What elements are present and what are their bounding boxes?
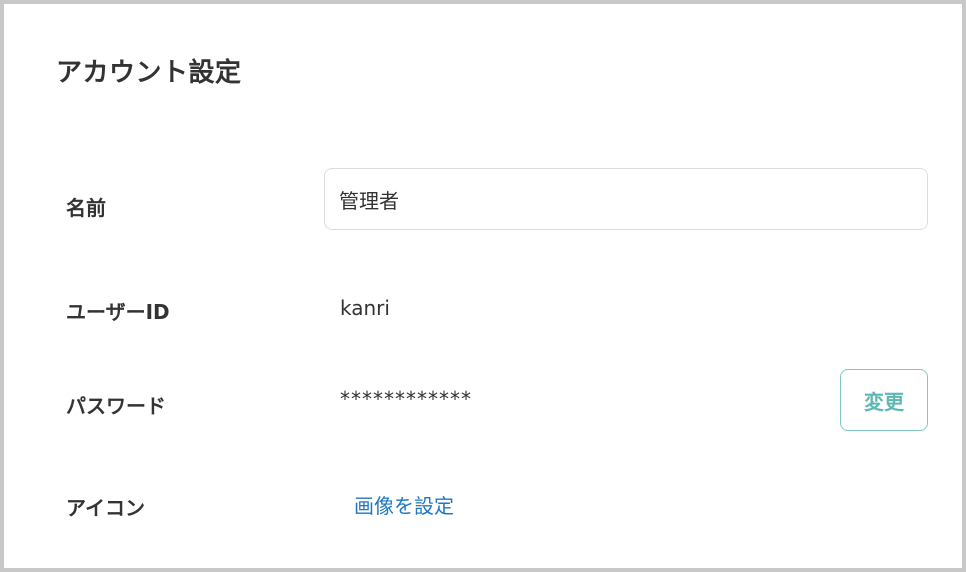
account-settings-panel: アカウント設定 名前 ユーザーID kanri パスワード **********… <box>0 0 966 572</box>
set-image-link[interactable]: 画像を設定 <box>354 490 454 519</box>
password-label: パスワード <box>66 394 166 418</box>
name-label: 名前 <box>66 196 106 220</box>
icon-label: アイコン <box>66 496 145 520</box>
user-id-label: ユーザーID <box>66 300 170 324</box>
change-password-button[interactable]: 変更 <box>840 369 928 431</box>
password-value: ************ <box>340 387 472 411</box>
user-id-value: kanri <box>340 296 390 320</box>
name-input[interactable] <box>324 168 928 230</box>
page-title: アカウント設定 <box>56 58 242 88</box>
